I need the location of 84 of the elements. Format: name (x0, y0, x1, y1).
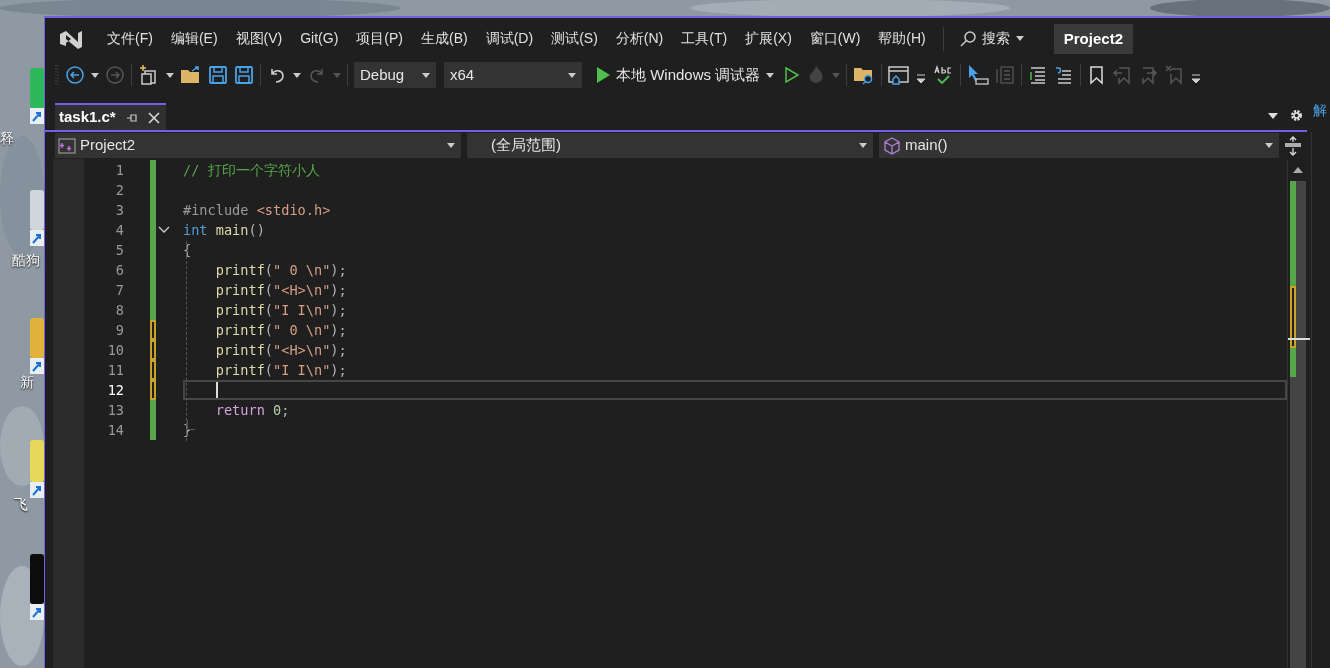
code-line: printf(" 0 \n"); (214, 262, 347, 278)
save-icon[interactable] (208, 65, 228, 85)
back-icon[interactable] (65, 65, 85, 85)
platform-dropdown[interactable]: x64 (444, 62, 582, 88)
start-debugging-button[interactable]: 本地 Windows 调试器 (592, 62, 779, 88)
menu-item[interactable]: 文件(F) (98, 23, 162, 54)
project-dropdown[interactable]: Project2 (55, 133, 461, 158)
line-number: 12 (106, 381, 124, 400)
caret-icon[interactable] (1015, 36, 1024, 41)
file-tab[interactable]: task1.c* (55, 103, 166, 130)
line-number: 3 (114, 201, 124, 220)
desktop-icon-label: 释 (0, 130, 14, 146)
caret-icon[interactable] (1265, 143, 1273, 148)
menu-item[interactable]: 调试(D) (476, 23, 543, 54)
line-number: 13 (106, 401, 124, 420)
caret-icon[interactable] (91, 72, 99, 78)
line-number: 10 (106, 341, 124, 360)
menu-item[interactable]: 帮助(H) (869, 23, 935, 54)
scroll-up-icon[interactable] (1292, 167, 1303, 173)
line-number: 7 (114, 281, 124, 300)
code-line: printf("I I\n"); (214, 362, 347, 378)
vertical-scrollbar[interactable] (1287, 159, 1307, 668)
play-outline-icon[interactable] (784, 66, 801, 84)
menu-item[interactable]: 窗口(W) (800, 23, 870, 54)
menu-item[interactable]: 测试(S) (542, 23, 607, 54)
menu-item[interactable]: 工具(T) (672, 23, 737, 54)
menu-item[interactable]: 编辑(E) (161, 23, 227, 54)
overflow-icon[interactable] (916, 74, 927, 84)
code-line: printf("<H>\n"); (214, 342, 347, 358)
cursor-select-icon[interactable] (967, 64, 990, 86)
overflow-icon[interactable] (1191, 74, 1202, 84)
caret-icon[interactable] (859, 143, 867, 148)
project-icon (58, 137, 76, 154)
line-number: 11 (106, 361, 124, 380)
settings-icon[interactable] (1290, 109, 1303, 122)
caret-icon[interactable] (766, 72, 775, 78)
menu-item[interactable]: 分析(N) (606, 23, 673, 54)
split-icon[interactable] (1283, 135, 1303, 156)
scope-dropdown[interactable]: (全局范围) (467, 133, 873, 158)
code-line: printf(" 0 \n"); (214, 322, 347, 338)
line-number: 6 (114, 261, 124, 280)
code-line: int main() (183, 222, 265, 238)
solution-name-badge: Project2 (1053, 23, 1133, 54)
pin-icon[interactable] (125, 111, 138, 124)
caret-icon[interactable] (166, 72, 174, 78)
caret-icon[interactable] (568, 72, 576, 78)
menu-item[interactable]: Git(G) (291, 23, 348, 54)
app-icon[interactable] (30, 554, 44, 620)
window-home-icon[interactable] (888, 65, 911, 85)
save-all-icon[interactable] (234, 65, 254, 85)
text-cursor (216, 382, 218, 398)
line-number: 4 (114, 221, 124, 240)
desktop-icon-label: 酷狗 (12, 252, 40, 268)
dropdown-icon[interactable] (1268, 112, 1278, 119)
search-button[interactable]: 搜索 (951, 23, 1032, 54)
line-number: 14 (106, 421, 124, 440)
collapse-chevron-icon[interactable] (158, 226, 170, 234)
desktop-icon-label: 新 (20, 374, 34, 390)
line-number: 1 (114, 161, 124, 180)
panel-title: 解 (1313, 102, 1327, 118)
line-number: 2 (114, 181, 124, 200)
close-icon[interactable] (147, 111, 160, 124)
menu-item[interactable]: 视图(V) (226, 23, 292, 54)
line-number: 9 (114, 321, 124, 340)
cube-icon (883, 136, 901, 155)
code-line: #include <stdio.h> (183, 202, 331, 218)
desktop-icon-label: 飞 (14, 496, 28, 512)
code-line: return 0; (214, 402, 290, 418)
caret-icon[interactable] (293, 72, 301, 78)
line-number: 8 (114, 301, 124, 320)
caret-icon[interactable] (422, 72, 430, 78)
menu-item[interactable]: 项目(P) (347, 23, 412, 54)
configuration-dropdown[interactable]: Debug (354, 62, 436, 88)
caret-icon[interactable] (447, 143, 455, 148)
code-line: printf("I I\n"); (214, 302, 347, 318)
play-icon (596, 67, 610, 83)
code-line: // 打印一个字符小人 (183, 162, 320, 178)
line-number: 5 (114, 241, 124, 260)
code-line: printf("<H>\n"); (214, 282, 347, 298)
member-dropdown[interactable]: main() (879, 133, 1279, 158)
menu-item[interactable]: 扩展(X) (736, 23, 801, 54)
search-icon (959, 30, 976, 47)
menu-item[interactable]: 生成(B) (412, 23, 477, 54)
folder-icon[interactable] (180, 65, 202, 85)
